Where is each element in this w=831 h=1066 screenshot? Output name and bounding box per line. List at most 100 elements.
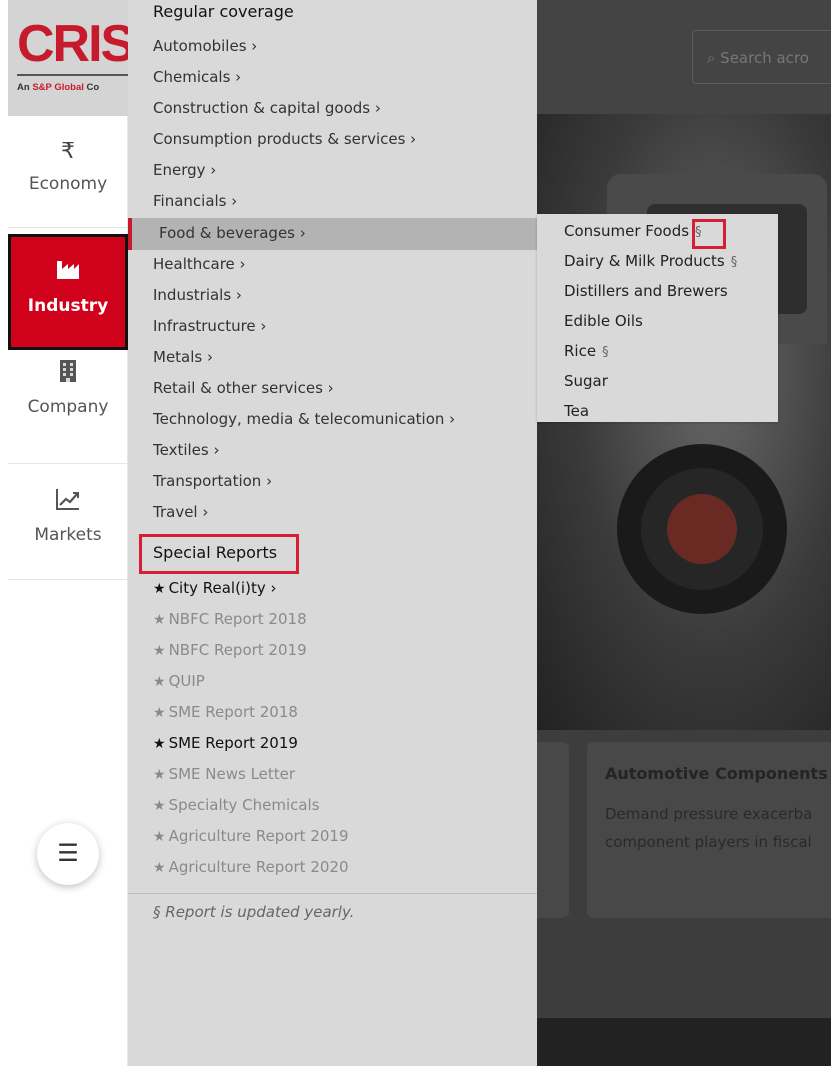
special-report-label: Agriculture Report 2020 — [168, 858, 349, 876]
page-background: ⌕ Search acro Automotive Components Dema… — [537, 0, 831, 1066]
yearly-update-icon: § — [602, 345, 609, 360]
regular-coverage-item[interactable]: Automobiles › — [153, 37, 257, 55]
special-report-item[interactable]: ★ SME News Letter — [153, 765, 295, 783]
submenu-item[interactable]: Edible Oils — [564, 312, 643, 330]
regular-coverage-item[interactable]: Textiles › — [153, 441, 219, 459]
regular-coverage-item[interactable]: Healthcare › — [153, 255, 246, 273]
yearly-update-icon: § — [153, 903, 161, 921]
star-icon: ★ — [153, 860, 166, 876]
logo-text: CRIS — [17, 15, 128, 73]
nav-company[interactable]: Company — [8, 352, 128, 464]
regular-coverage-item[interactable]: Food & beverages › — [159, 224, 306, 242]
special-report-item[interactable]: ★ Specialty Chemicals — [153, 796, 320, 814]
star-icon: ★ — [153, 674, 166, 690]
special-report-label: SME Report 2018 — [168, 703, 298, 721]
rupee-icon: ₹ — [61, 138, 75, 163]
tractor-wheel-hub — [667, 494, 737, 564]
special-report-item[interactable]: ★ SME Report 2019 — [153, 734, 298, 752]
factory-icon — [11, 259, 125, 284]
article-card-line: component players in fiscal — [605, 833, 812, 851]
regular-coverage-item[interactable]: Energy › — [153, 161, 216, 179]
regular-coverage-item[interactable]: Industrials › — [153, 286, 242, 304]
regular-coverage-item[interactable]: Construction & capital goods › — [153, 99, 381, 117]
submenu-item[interactable]: Tea — [564, 402, 589, 420]
star-icon: ★ — [153, 612, 166, 628]
submenu-item-label: Sugar — [564, 372, 608, 390]
nav-markets[interactable]: Markets — [8, 466, 128, 580]
page-header: ⌕ Search acro — [537, 0, 831, 114]
regular-coverage-item[interactable]: Financials › — [153, 192, 237, 210]
star-icon: ★ — [153, 736, 166, 752]
article-card[interactable]: Automotive Components Demand pressure ex… — [587, 742, 831, 918]
yearly-update-icon: § — [730, 255, 738, 270]
special-report-item[interactable]: ★ NBFC Report 2019 — [153, 641, 307, 659]
submenu-item[interactable]: Sugar — [564, 372, 608, 390]
regular-coverage-item[interactable]: Infrastructure › — [153, 317, 266, 335]
article-card-line: Demand pressure exacerba — [605, 805, 813, 823]
special-report-label: SME News Letter — [168, 765, 296, 783]
panel-divider — [128, 893, 537, 894]
submenu-item-label: Distillers and Brewers — [564, 282, 728, 300]
regular-coverage-item[interactable]: Retail & other services › — [153, 379, 334, 397]
regular-coverage-item[interactable]: Chemicals › — [153, 68, 241, 86]
hamburger-menu-icon[interactable]: ☰ — [37, 823, 99, 885]
special-report-label: NBFC Report 2019 — [168, 641, 307, 659]
special-report-item[interactable]: ★ City Real(i)ty › — [153, 579, 276, 597]
special-report-label: SME Report 2019 — [168, 734, 298, 752]
special-report-item[interactable]: ★ Agriculture Report 2019 — [153, 827, 349, 845]
search-input[interactable]: ⌕ Search acro — [692, 30, 831, 84]
nav-economy-label: Economy — [28, 174, 108, 194]
search-icon: ⌕ — [707, 49, 721, 67]
star-icon: ★ — [153, 829, 166, 845]
submenu-item-label: Edible Oils — [564, 312, 643, 330]
article-card-partial[interactable] — [537, 742, 569, 918]
special-report-label: Specialty Chemicals — [168, 796, 320, 814]
submenu-item[interactable]: Distillers and Brewers — [564, 282, 728, 300]
nav-company-label: Company — [27, 397, 109, 417]
star-icon: ★ — [153, 581, 166, 597]
submenu-item[interactable]: Consumer Foods § — [564, 222, 702, 240]
special-report-item[interactable]: ★ QUIP — [153, 672, 205, 690]
submenu-item-label: Rice — [564, 342, 597, 360]
page-footer — [537, 1018, 831, 1066]
star-icon: ★ — [153, 643, 166, 659]
nav-markets-label: Markets — [34, 525, 102, 545]
submenu-item[interactable]: Dairy & Milk Products § — [564, 252, 737, 270]
regular-coverage-item[interactable]: Technology, media & telecomunication › — [153, 410, 455, 428]
regular-coverage-item[interactable]: Travel › — [153, 503, 208, 521]
chart-line-icon — [8, 488, 128, 515]
star-icon: ★ — [153, 705, 166, 721]
hero-image — [537, 114, 831, 730]
submenu-item[interactable]: Rice § — [564, 342, 609, 360]
star-icon: ★ — [153, 767, 166, 783]
article-card-title: Automotive Components — [605, 764, 828, 783]
food-beverages-submenu: Consumer Foods § Dairy & Milk Products § Dis… — [537, 214, 778, 422]
industry-menu-panel: Regular coverage Automobiles › Chemicals … — [128, 0, 537, 1066]
special-report-label: City Real(i)ty › — [168, 579, 277, 597]
regular-coverage-item[interactable]: Transportation › — [153, 472, 272, 490]
crisil-logo[interactable]: CRIS An S&P Global Co — [8, 0, 128, 116]
regular-coverage-item[interactable]: Consumption products & services › — [153, 130, 416, 148]
regular-coverage-heading: Regular coverage — [153, 2, 294, 21]
submenu-item-label: Tea — [564, 402, 590, 420]
building-icon — [8, 360, 128, 387]
special-report-item[interactable]: ★ NBFC Report 2018 — [153, 610, 307, 628]
search-placeholder: Search acro — [720, 49, 809, 67]
yearly-update-note: § Report is updated yearly. — [153, 903, 354, 921]
special-report-label: NBFC Report 2018 — [168, 610, 307, 628]
special-report-item[interactable]: ★ SME Report 2018 — [153, 703, 298, 721]
special-reports-heading: Special Reports — [153, 543, 278, 562]
sidebar: CRIS An S&P Global Co ₹ Economy Industry… — [8, 0, 128, 1066]
nav-industry-label: Industry — [27, 296, 109, 316]
yearly-update-text: Report is updated yearly. — [165, 903, 355, 921]
special-report-item[interactable]: ★ Agriculture Report 2020 — [153, 858, 349, 876]
logo-divider — [17, 74, 128, 76]
nav-industry[interactable]: Industry — [8, 234, 128, 350]
nav-economy[interactable]: ₹ Economy — [8, 128, 128, 228]
star-icon: ★ — [153, 798, 166, 814]
submenu-item-label: Dairy & Milk Products — [564, 252, 725, 270]
yearly-update-icon: § — [695, 225, 702, 240]
submenu-item-label: Consumer Foods — [564, 222, 690, 240]
special-report-label: QUIP — [168, 672, 205, 690]
regular-coverage-item[interactable]: Metals › — [153, 348, 213, 366]
